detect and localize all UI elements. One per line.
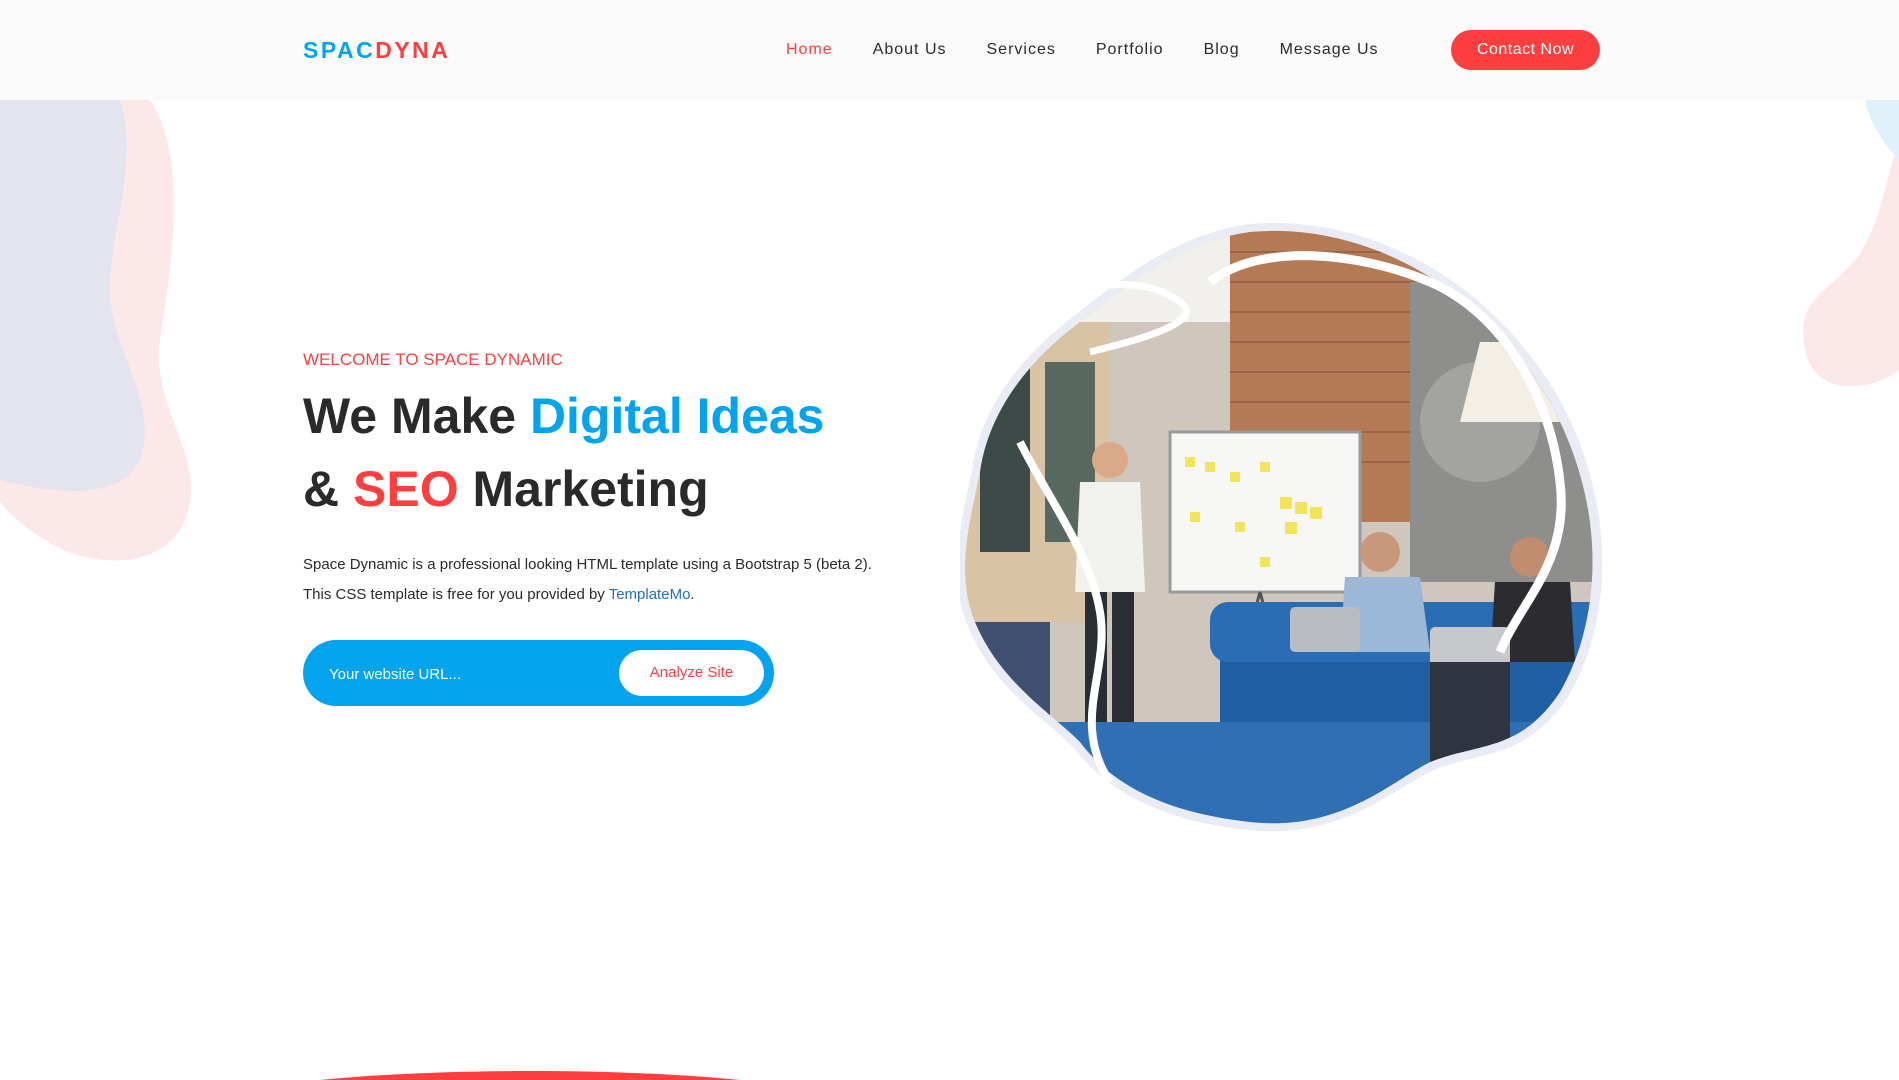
description-text: Space Dynamic is a professional looking … [303,556,872,603]
hero-content: WELCOME TO SPACE DYNAMIC We Make Digital… [303,340,903,610]
nav-message-us[interactable]: Message Us [1280,39,1379,61]
logo[interactable]: SPACDYNA [303,36,450,64]
page: SPACDYNA Home About Us Services Portfoli… [0,0,1899,1080]
nav-about-us[interactable]: About Us [873,39,947,61]
nav-services[interactable]: Services [987,39,1056,61]
nav-blog[interactable]: Blog [1204,39,1240,61]
nav-home[interactable]: Home [786,39,833,61]
main-nav: Home About Us Services Portfolio Blog Me… [786,39,1379,61]
logo-part-red: DYNA [375,37,451,63]
hero-eyebrow: WELCOME TO SPACE DYNAMIC [303,350,563,369]
right-decorative-blob [1803,100,1899,387]
website-url-input[interactable] [327,656,601,692]
bottom-decorative-arc [320,1071,740,1080]
website-url-form: Analyze Site [303,640,774,706]
headline-line2-red: SEO [353,461,459,517]
headline-line1-dark: We Make [303,388,530,444]
hero-team-meeting-image [960,223,1603,832]
templatemo-link[interactable]: TemplateMo [609,586,691,603]
description-end: . [690,586,695,603]
nav-portfolio[interactable]: Portfolio [1096,39,1164,61]
site-header: SPACDYNA Home About Us Services Portfoli… [0,0,1899,100]
headline-line1-blue: Digital Ideas [529,388,825,444]
logo-part-blue: SPAC [303,37,376,63]
contact-now-button[interactable]: Contact Now [1451,30,1600,70]
left-decorative-blob [0,100,192,561]
hero-description: Space Dynamic is a professional looking … [303,550,883,610]
analyze-site-button[interactable]: Analyze Site [619,650,764,696]
hero-headline: We Make Digital Ideas & SEO Marketing [303,380,903,526]
headline-line2-dark-a: & [303,461,353,517]
headline-line2-dark-b: Marketing [458,461,709,517]
